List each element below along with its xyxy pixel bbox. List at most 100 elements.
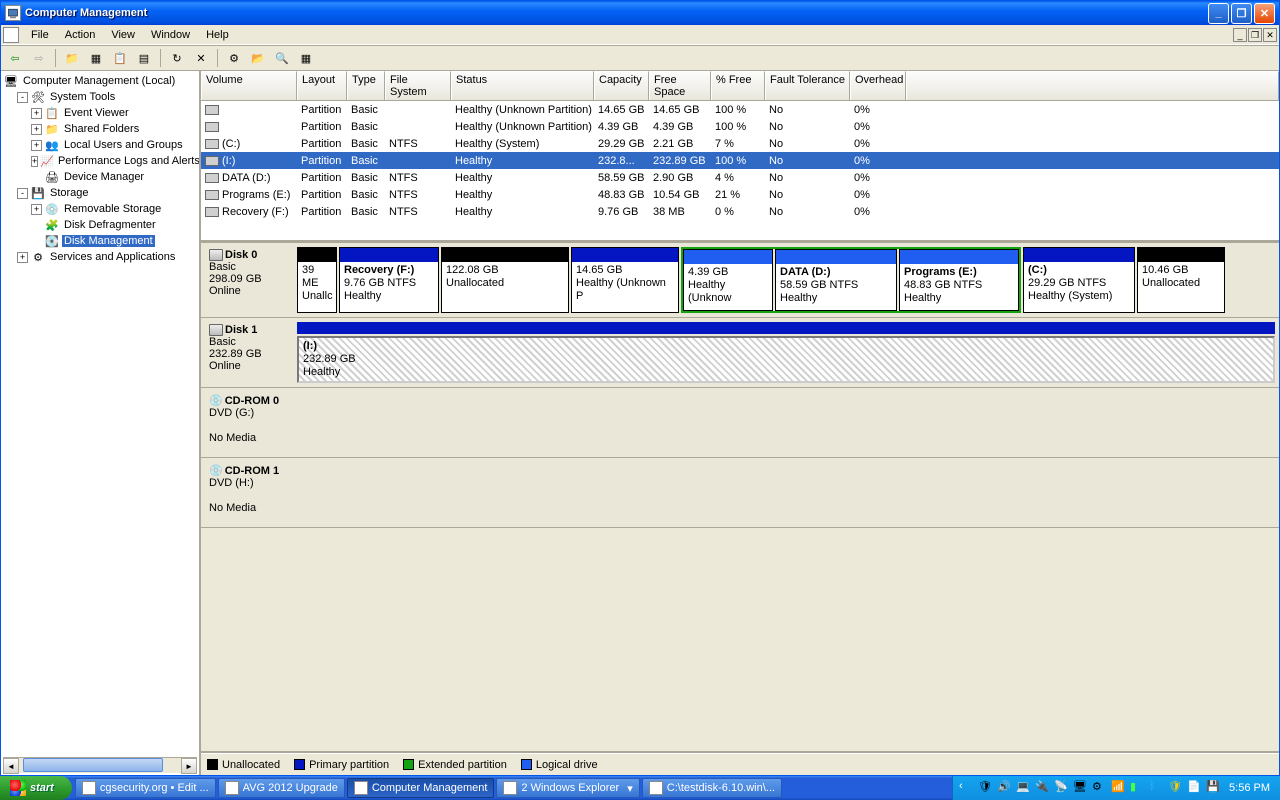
up-button[interactable]: 📁 bbox=[62, 48, 82, 68]
volume-row[interactable]: (C:)PartitionBasicNTFSHealthy (System)29… bbox=[201, 135, 1279, 152]
close-button[interactable]: ✕ bbox=[1254, 3, 1275, 24]
partition[interactable]: 39 MEUnallc bbox=[297, 247, 337, 313]
volume-list[interactable]: Volume Layout Type File System Status Ca… bbox=[201, 71, 1279, 243]
col-fs[interactable]: File System bbox=[385, 71, 451, 100]
partition[interactable]: 10.46 GBUnallocated bbox=[1137, 247, 1225, 313]
cd1-info[interactable]: 💿CD-ROM 1 DVD (H:) No Media bbox=[205, 462, 297, 523]
col-type[interactable]: Type bbox=[347, 71, 385, 100]
tray-icon[interactable]: 🔊 bbox=[997, 780, 1013, 796]
tree-services[interactable]: +⚙Services and Applications bbox=[3, 249, 197, 265]
minimize-button[interactable]: _ bbox=[1208, 3, 1229, 24]
tree-devmgr[interactable]: 🖨Device Manager bbox=[3, 169, 197, 185]
partition[interactable]: Recovery (F:)9.76 GB NTFSHealthy bbox=[339, 247, 439, 313]
properties-button[interactable]: ▦ bbox=[86, 48, 106, 68]
tree-hscroll[interactable]: ◄ ► bbox=[3, 757, 197, 773]
taskbar-item[interactable]: C:\testdisk-6.10.win\... bbox=[642, 778, 782, 798]
col-capacity[interactable]: Capacity bbox=[594, 71, 649, 100]
forward-button[interactable]: ⇨ bbox=[29, 48, 49, 68]
tree-storage[interactable]: -💾Storage bbox=[3, 185, 197, 201]
tray-shield-icon[interactable]: 🛡 bbox=[1168, 780, 1184, 796]
tree-localusers[interactable]: +👥Local Users and Groups bbox=[3, 137, 197, 153]
maximize-button[interactable]: ❐ bbox=[1231, 3, 1252, 24]
expand-icon[interactable]: + bbox=[31, 204, 42, 215]
disk1-info[interactable]: Disk 1 Basic 232.89 GB Online bbox=[205, 322, 297, 383]
expand-icon[interactable]: + bbox=[17, 252, 28, 263]
menu-help[interactable]: Help bbox=[198, 27, 237, 43]
col-volume[interactable]: Volume bbox=[201, 71, 297, 100]
tree-diskmgmt[interactable]: 💽Disk Management bbox=[3, 233, 197, 249]
menu-action[interactable]: Action bbox=[57, 27, 104, 43]
partition[interactable]: 122.08 GBUnallocated bbox=[441, 247, 569, 313]
volume-row[interactable]: Programs (E:)PartitionBasicNTFSHealthy48… bbox=[201, 186, 1279, 203]
tree-eventviewer[interactable]: +📋Event Viewer bbox=[3, 105, 197, 121]
volume-row[interactable]: DATA (D:)PartitionBasicNTFSHealthy58.59 … bbox=[201, 169, 1279, 186]
mdi-minimize-button[interactable]: _ bbox=[1233, 28, 1247, 42]
scroll-right-button[interactable]: ► bbox=[181, 758, 197, 774]
col-layout[interactable]: Layout bbox=[297, 71, 347, 100]
back-button[interactable]: ⇦ bbox=[5, 48, 25, 68]
cd0-info[interactable]: 💿CD-ROM 0 DVD (G:) No Media bbox=[205, 392, 297, 453]
start-button[interactable]: start bbox=[0, 776, 72, 800]
expand-icon[interactable]: + bbox=[31, 140, 42, 151]
settings-button[interactable]: ⚙ bbox=[224, 48, 244, 68]
help-button[interactable]: ▦ bbox=[296, 48, 316, 68]
view-button[interactable]: 📋 bbox=[110, 48, 130, 68]
mdi-restore-button[interactable]: ❐ bbox=[1248, 28, 1262, 42]
titlebar[interactable]: Computer Management _ ❐ ✕ bbox=[1, 1, 1279, 25]
partition[interactable]: 14.65 GBHealthy (Unknown P bbox=[571, 247, 679, 313]
tree-sharedfolders[interactable]: +📁Shared Folders bbox=[3, 121, 197, 137]
expand-icon[interactable]: + bbox=[31, 108, 42, 119]
menu-file[interactable]: File bbox=[23, 27, 57, 43]
partition[interactable]: 4.39 GBHealthy (Unknow bbox=[683, 249, 773, 311]
mdi-close-button[interactable]: ✕ bbox=[1263, 28, 1277, 42]
tree-systools[interactable]: -🛠System Tools bbox=[3, 89, 197, 105]
tray-network-icon[interactable]: 📶 bbox=[1111, 780, 1127, 796]
menu-window[interactable]: Window bbox=[143, 27, 198, 43]
tray-icon[interactable]: ⚙ bbox=[1092, 780, 1108, 796]
tree-defrag[interactable]: 🧩Disk Defragmenter bbox=[3, 217, 197, 233]
collapse-icon[interactable]: - bbox=[17, 92, 28, 103]
partition[interactable]: DATA (D:)58.59 GB NTFSHealthy bbox=[775, 249, 897, 311]
tray-signal-icon[interactable]: ▮ bbox=[1130, 780, 1146, 796]
clock[interactable]: 5:56 PM bbox=[1225, 782, 1274, 794]
tray-icon[interactable]: 🖥 bbox=[1073, 780, 1089, 796]
volume-row[interactable]: PartitionBasicHealthy (Unknown Partition… bbox=[201, 118, 1279, 135]
volume-row[interactable]: PartitionBasicHealthy (Unknown Partition… bbox=[201, 101, 1279, 118]
tray-arrow-icon[interactable]: ‹ bbox=[959, 780, 975, 796]
partition[interactable]: (C:)29.29 GB NTFSHealthy (System) bbox=[1023, 247, 1135, 313]
find-button[interactable]: 🔍 bbox=[272, 48, 292, 68]
tray-icon[interactable]: 💾 bbox=[1206, 780, 1222, 796]
volume-row[interactable]: (I:)PartitionBasicHealthy232.8...232.89 … bbox=[201, 152, 1279, 169]
scroll-thumb[interactable] bbox=[23, 758, 163, 772]
tree-perflogs[interactable]: +📈Performance Logs and Alerts bbox=[3, 153, 197, 169]
tray-icon[interactable]: 💻 bbox=[1016, 780, 1032, 796]
tree-root[interactable]: 🖥Computer Management (Local) bbox=[3, 73, 197, 89]
col-pfree[interactable]: % Free bbox=[711, 71, 765, 100]
menu-view[interactable]: View bbox=[103, 27, 143, 43]
tray-icon[interactable]: 📄 bbox=[1187, 780, 1203, 796]
tray-icon[interactable]: 🔌 bbox=[1035, 780, 1051, 796]
tree-remstorage[interactable]: +💿Removable Storage bbox=[3, 201, 197, 217]
expand-icon[interactable]: + bbox=[31, 156, 38, 167]
open-button[interactable]: 📂 bbox=[248, 48, 268, 68]
tray-bluetooth-icon[interactable]: ᛒ bbox=[1149, 780, 1165, 796]
taskbar-item[interactable]: 2 Windows Explorer▾ bbox=[496, 778, 639, 798]
collapse-icon[interactable]: - bbox=[17, 188, 28, 199]
partition[interactable]: Programs (E:)48.83 GB NTFSHealthy bbox=[899, 249, 1019, 311]
col-oh[interactable]: Overhead bbox=[850, 71, 906, 100]
list-button[interactable]: ▤ bbox=[134, 48, 154, 68]
tray-icon[interactable]: 📡 bbox=[1054, 780, 1070, 796]
col-free[interactable]: Free Space bbox=[649, 71, 711, 100]
taskbar-item[interactable]: Computer Management bbox=[347, 778, 495, 798]
partition-i[interactable]: (I:)232.89 GBHealthy bbox=[297, 336, 1275, 383]
col-ft[interactable]: Fault Tolerance bbox=[765, 71, 850, 100]
col-status[interactable]: Status bbox=[451, 71, 594, 100]
expand-icon[interactable]: + bbox=[31, 124, 42, 135]
scroll-left-button[interactable]: ◄ bbox=[3, 758, 19, 774]
nav-tree[interactable]: 🖥Computer Management (Local) -🛠System To… bbox=[1, 71, 201, 775]
disk0-info[interactable]: Disk 0 Basic 298.09 GB Online bbox=[205, 247, 297, 313]
volume-row[interactable]: Recovery (F:)PartitionBasicNTFSHealthy9.… bbox=[201, 203, 1279, 220]
refresh-button[interactable]: ↻ bbox=[167, 48, 187, 68]
tray-icon[interactable]: 🛡 bbox=[978, 780, 994, 796]
taskbar-item[interactable]: cgsecurity.org • Edit ... bbox=[75, 778, 216, 798]
